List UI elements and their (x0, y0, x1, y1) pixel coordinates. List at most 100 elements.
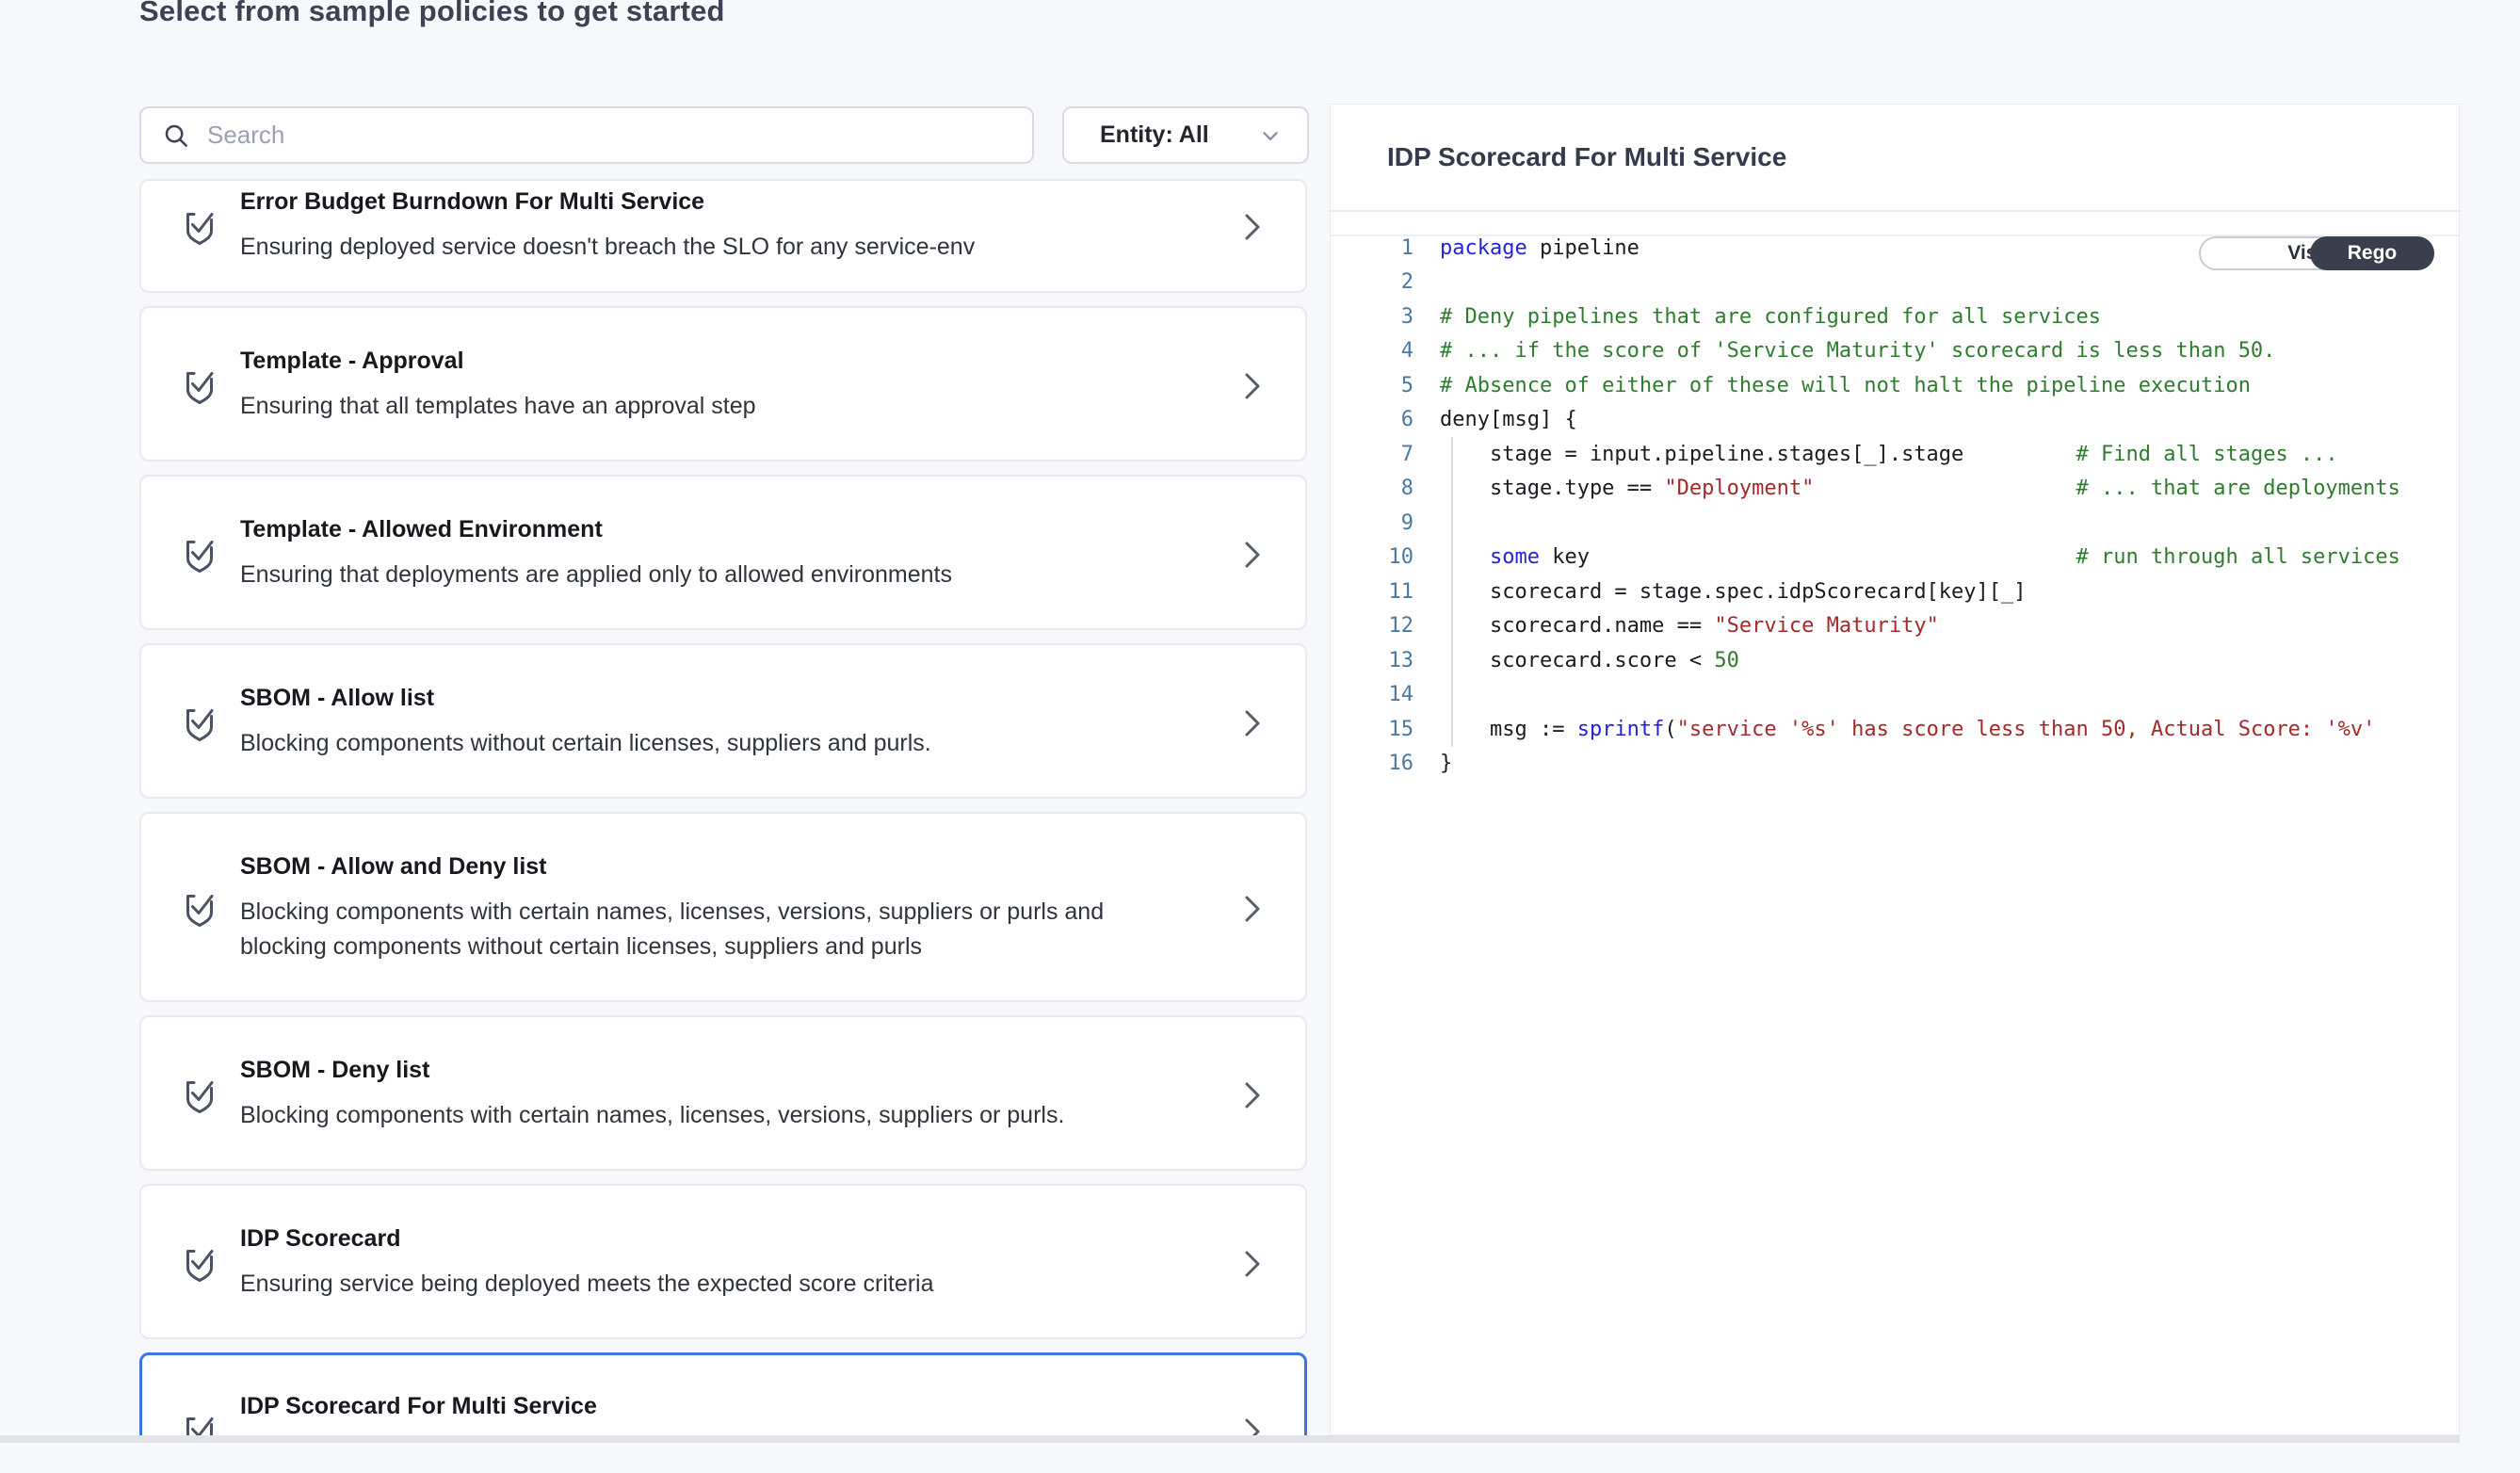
policy-card[interactable]: SBOM - Allow list Blocking components wit… (139, 643, 1307, 799)
code-line-content: stage.type == "Deployment" # ... that ar… (1440, 477, 2400, 500)
policy-card-title: IDP Scorecard For Multi Service (240, 1393, 1241, 1420)
code-line-content: package pipeline (1440, 236, 1640, 260)
line-number: 10 (1331, 545, 1425, 569)
policy-card[interactable]: SBOM - Allow and Deny list Blocking compo… (139, 812, 1307, 1002)
chevron-right-icon (1241, 1245, 1264, 1283)
policy-card-description: Ensuring service being deployed meets th… (240, 1267, 1107, 1302)
shield-check-icon (179, 1075, 220, 1116)
search-box[interactable] (139, 106, 1034, 164)
policy-card-text: SBOM - Allow list Blocking components wit… (240, 685, 1241, 761)
shield-check-icon (179, 365, 220, 407)
line-number: 8 (1331, 477, 1425, 500)
policy-card-title: IDP Scorecard (240, 1225, 1241, 1253)
code-line: 9 (1331, 506, 2458, 541)
policy-card-title: SBOM - Allow and Deny list (240, 853, 1241, 881)
shield-check-icon (179, 1243, 220, 1285)
line-number: 11 (1331, 580, 1425, 604)
policy-card-description: Blocking components without certain lice… (240, 726, 1107, 761)
page-title: Select from sample policies to get start… (139, 0, 725, 28)
code-line-content: stage = input.pipeline.stages[_].stage #… (1440, 443, 2338, 466)
policy-card-text: SBOM - Deny list Blocking components with… (240, 1057, 1241, 1133)
code-line: 13 scorecard.score < 50 (1331, 643, 2458, 678)
policy-card-title: Template - Approval (240, 348, 1241, 375)
line-number: 6 (1331, 408, 1425, 431)
search-icon (162, 121, 190, 150)
policy-card-description: Blocking components with certain names, … (240, 895, 1107, 964)
entity-filter-dropdown[interactable]: Entity: All (1062, 106, 1309, 164)
policy-card[interactable]: Template - Allowed Environment Ensuring t… (139, 475, 1307, 630)
policy-card-description: Blocking components with certain names, … (240, 1098, 1107, 1133)
detail-header: IDP Scorecard For Multi Service (1331, 105, 2459, 212)
chevron-right-icon (1241, 536, 1264, 574)
entity-filter-label: Entity: All (1100, 121, 1209, 149)
code-line-content: scorecard = stage.spec.idpScorecard[key]… (1440, 580, 2027, 604)
sample-policies-page: Select from sample policies to get start… (0, 0, 2520, 1473)
policy-card-description: Ensuring deployed service doesn't breach… (240, 230, 1107, 265)
shield-check-icon (179, 1411, 220, 1436)
line-number: 2 (1331, 270, 1425, 294)
policy-card-title: Template - Allowed Environment (240, 516, 1241, 543)
code-line: 15 msg := sprintf("service '%s' has scor… (1331, 712, 2458, 747)
line-number: 13 (1331, 649, 1425, 672)
code-line: 4 # ... if the score of 'Service Maturity… (1331, 334, 2458, 369)
code-line-content: scorecard.name == "Service Maturity" (1440, 614, 1939, 638)
code-editor[interactable]: 1 package pipeline 2 3 # Deny pipelines that… (1331, 231, 2458, 781)
code-line: 8 stage.type == "Deployment" # ... that … (1331, 472, 2458, 507)
policy-list: Error Budget Burndown For Multi Service E… (139, 179, 1307, 1435)
line-number: 7 (1331, 443, 1425, 466)
policy-card-text: IDP Scorecard Ensuring service being depl… (240, 1225, 1241, 1302)
horizontal-scrollbar-track[interactable] (0, 1435, 2460, 1443)
code-line-content: # ... if the score of 'Service Maturity'… (1440, 339, 2275, 363)
code-line: 16} (1331, 747, 2458, 782)
code-line: 6deny[msg] { (1331, 403, 2458, 438)
line-number: 1 (1331, 236, 1425, 260)
code-line-content: scorecard.score < 50 (1440, 649, 1739, 672)
policy-card-text: Template - Allowed Environment Ensuring t… (240, 516, 1241, 592)
line-number: 14 (1331, 683, 1425, 706)
shield-check-icon (179, 206, 220, 248)
line-number: 12 (1331, 614, 1425, 638)
policy-card-text: Template - Approval Ensuring that all tem… (240, 348, 1241, 424)
code-line: 12 scorecard.name == "Service Maturity" (1331, 609, 2458, 644)
policy-card-title: SBOM - Deny list (240, 1057, 1241, 1084)
chevron-right-icon (1241, 208, 1264, 246)
chevron-right-icon (1241, 367, 1264, 405)
policy-card[interactable]: IDP Scorecard Ensuring service being depl… (139, 1184, 1307, 1339)
search-input[interactable] (205, 120, 1011, 151)
code-line-content: # Absence of either of these will not ha… (1440, 374, 2251, 397)
chevron-right-icon (1241, 890, 1264, 928)
policy-card-description: Ensuring that all templates have an appr… (240, 389, 1107, 424)
code-line-content: # Deny pipelines that are configured for… (1440, 305, 2101, 329)
code-line-content: } (1440, 752, 1452, 775)
line-number: 16 (1331, 752, 1425, 775)
code-line: 10 some key # run through all services (1331, 541, 2458, 575)
line-number: 3 (1331, 305, 1425, 329)
code-line: 5 # Absence of either of these will not h… (1331, 368, 2458, 403)
code-line: 7 stage = input.pipeline.stages[_].stage… (1331, 437, 2458, 472)
code-line: 14 (1331, 678, 2458, 713)
policy-card[interactable]: IDP Scorecard For Multi ServiceEnsuring … (139, 1352, 1307, 1435)
code-line: 3 # Deny pipelines that are configured fo… (1331, 299, 2458, 334)
policy-detail-panel: IDP Scorecard For Multi Service Visual R… (1330, 104, 2460, 1435)
chevron-right-icon (1241, 1413, 1264, 1436)
shield-check-icon (179, 534, 220, 575)
policy-card-text: Error Budget Burndown For Multi Service E… (240, 188, 1241, 265)
line-number: 5 (1331, 374, 1425, 397)
code-line-content: msg := sprintf("service '%s' has score l… (1440, 718, 2375, 741)
view-mode-toggle[interactable]: Visual Rego (2199, 236, 2434, 270)
policy-card-text: IDP Scorecard For Multi ServiceEnsuring … (240, 1393, 1241, 1435)
toggle-rego-button[interactable]: Rego (2310, 236, 2434, 270)
policy-card-title: Error Budget Burndown For Multi Service (240, 188, 1241, 216)
chevron-right-icon (1241, 704, 1264, 742)
line-number: 4 (1331, 339, 1425, 363)
shield-check-icon (179, 888, 220, 930)
code-line: 11 scorecard = stage.spec.idpScorecard[k… (1331, 575, 2458, 609)
policy-card[interactable]: SBOM - Deny list Blocking components with… (139, 1015, 1307, 1171)
policy-card[interactable]: Error Budget Burndown For Multi Service E… (139, 179, 1307, 293)
policy-card-description: Ensuring that deployments are applied on… (240, 558, 1107, 592)
policy-card-text: SBOM - Allow and Deny list Blocking compo… (240, 853, 1241, 964)
policy-card-title: SBOM - Allow list (240, 685, 1241, 712)
line-number: 15 (1331, 718, 1425, 741)
policy-card[interactable]: Template - Approval Ensuring that all tem… (139, 306, 1307, 461)
code-line-content: some key # run through all services (1440, 545, 2400, 569)
